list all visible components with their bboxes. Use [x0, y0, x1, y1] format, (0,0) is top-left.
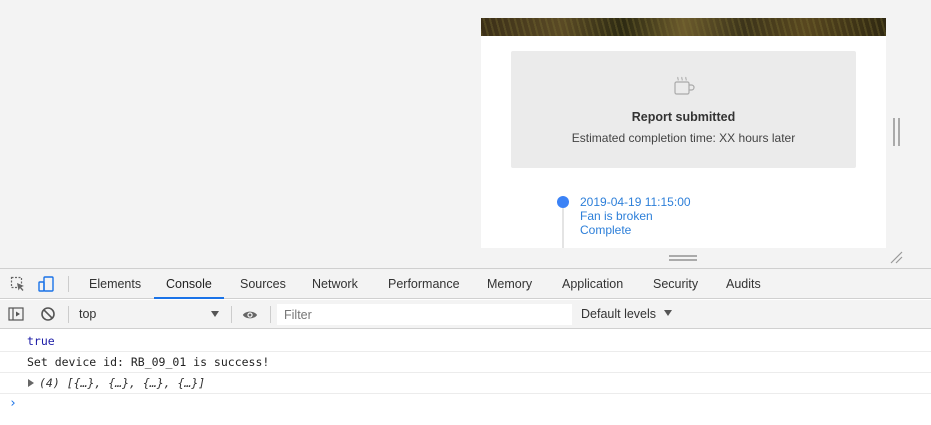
side-resize-handle[interactable]: [893, 118, 901, 146]
tab-console[interactable]: Console: [154, 269, 224, 299]
divider: [68, 276, 69, 292]
console-line: Set device id: RB_09_01 is success!: [0, 352, 931, 373]
timeline-issue: Fan is broken: [580, 209, 653, 223]
coffee-cup-icon: [674, 76, 695, 95]
divider: [270, 306, 271, 323]
timeline-datetime: 2019-04-19 11:15:00: [580, 195, 691, 209]
devtools-panel: Elements Console Sources Network Perform…: [0, 268, 931, 425]
tab-audits[interactable]: Audits: [725, 269, 762, 299]
context-selector[interactable]: top: [79, 307, 96, 321]
device-toolbar-icon[interactable]: [38, 276, 54, 292]
device-viewport: Report submitted Estimated completion ti…: [0, 0, 931, 268]
filter-input[interactable]: [277, 304, 572, 325]
timeline-dot: [557, 196, 569, 208]
tab-elements[interactable]: Elements: [88, 269, 142, 299]
divider: [68, 306, 69, 323]
tab-network[interactable]: Network: [311, 269, 359, 299]
report-title: Report submitted: [631, 110, 736, 124]
console-line-object[interactable]: (4) [{…}, {…}, {…}, {…}]: [0, 373, 931, 394]
corner-resize-icon[interactable]: [889, 250, 903, 264]
clear-console-icon[interactable]: [40, 306, 56, 322]
console-prompt[interactable]: ›: [0, 394, 931, 414]
bottom-resize-handle[interactable]: [669, 255, 697, 261]
console-output: true Set device id: RB_09_01 is success!…: [0, 331, 931, 414]
report-card: Report submitted Estimated completion ti…: [511, 51, 856, 168]
inspect-element-icon[interactable]: [10, 276, 26, 292]
tab-security[interactable]: Security: [652, 269, 699, 299]
tab-memory[interactable]: Memory: [486, 269, 533, 299]
tab-performance[interactable]: Performance: [387, 269, 461, 299]
tab-console-label: Console: [166, 277, 212, 291]
tab-application[interactable]: Application: [561, 269, 624, 299]
header-image: [481, 18, 886, 36]
eye-icon[interactable]: [242, 307, 258, 323]
divider: [231, 306, 232, 323]
log-levels-dropdown[interactable]: Default levels: [581, 307, 656, 321]
devtools-tabbar: Elements Console Sources Network Perform…: [0, 269, 931, 299]
chevron-down-icon[interactable]: [211, 311, 219, 317]
tab-sources[interactable]: Sources: [239, 269, 287, 299]
report-subtitle: Estimated completion time: XX hours late…: [571, 131, 796, 145]
chevron-down-icon[interactable]: [664, 310, 672, 316]
object-preview: (4) [{…}, {…}, {…}, {…}]: [39, 376, 206, 390]
timeline-status: Complete: [580, 223, 632, 237]
console-line: true: [0, 331, 931, 352]
expand-triangle-icon[interactable]: [28, 379, 34, 387]
timeline-line: [562, 208, 564, 248]
mobile-page-frame: Report submitted Estimated completion ti…: [481, 18, 886, 248]
show-sidebar-icon[interactable]: [8, 306, 24, 322]
prompt-chevron-icon: ›: [9, 396, 17, 411]
console-toolbar: top Default levels: [0, 300, 931, 329]
